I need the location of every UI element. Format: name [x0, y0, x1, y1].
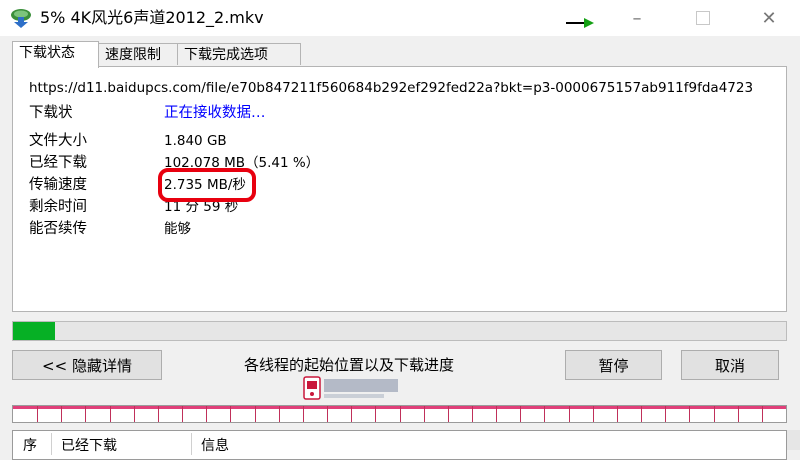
- tab-completion-options[interactable]: 下载完成选项: [177, 43, 301, 65]
- tab-download-status[interactable]: 下载状态: [12, 41, 99, 68]
- segment-divider: [496, 406, 497, 422]
- segment-divider: [37, 406, 38, 422]
- segment-divider: [544, 406, 545, 422]
- thread-list: 序 已经下载 信息: [12, 430, 787, 460]
- segment-divider: [448, 406, 449, 422]
- tab-speed-limit[interactable]: 速度限制: [98, 43, 178, 65]
- cancel-button[interactable]: 取消: [681, 350, 779, 380]
- remaining-time-label: 剩余时间: [29, 199, 87, 215]
- segment-divider: [762, 406, 763, 422]
- column-divider: [51, 433, 52, 455]
- green-arrow-icon: [566, 18, 594, 28]
- thread-segments-bar: [12, 405, 787, 423]
- window-title: 5% 4K风光6声道2012_2.mkv: [40, 8, 264, 27]
- segment-divider: [665, 406, 666, 422]
- downloaded-label: 已经下载: [29, 155, 87, 171]
- segment-divider: [617, 406, 618, 422]
- segment-divider: [182, 406, 183, 422]
- resume-value: 能够: [164, 221, 191, 237]
- segment-divider: [303, 406, 304, 422]
- segment-divider: [400, 406, 401, 422]
- column-divider: [191, 433, 192, 455]
- speed-label: 传输速度: [29, 177, 87, 193]
- segment-divider: [689, 406, 690, 422]
- segment-divider: [375, 406, 376, 422]
- column-header-downloaded[interactable]: 已经下载: [61, 437, 117, 455]
- segment-divider: [351, 406, 352, 422]
- resume-label: 能否续传: [29, 221, 87, 237]
- file-size-label: 文件大小: [29, 133, 87, 149]
- maximize-icon: [696, 11, 710, 25]
- column-header-index[interactable]: 序: [23, 437, 37, 455]
- segment-divider: [158, 406, 159, 422]
- thread-segments: [13, 406, 786, 422]
- segment-divider: [279, 406, 280, 422]
- segment-divider: [520, 406, 521, 422]
- idm-app-icon: [11, 9, 31, 28]
- segment-divider: [327, 406, 328, 422]
- segment-divider: [206, 406, 207, 422]
- segment-divider: [134, 406, 135, 422]
- segment-divider: [472, 406, 473, 422]
- watermark-logo-icon: [303, 376, 398, 400]
- progress-fill: [13, 322, 55, 340]
- pause-button[interactable]: 暂停: [565, 350, 662, 380]
- speed-highlight-circle: [158, 168, 256, 202]
- segment-divider: [569, 406, 570, 422]
- segment-divider: [230, 406, 231, 422]
- segment-divider: [255, 406, 256, 422]
- maximize-button[interactable]: [680, 4, 726, 32]
- segment-divider: [641, 406, 642, 422]
- file-size-value: 1.840 GB: [164, 133, 227, 149]
- segments-progress-strip: [13, 406, 786, 409]
- download-url: https://d11.baidupcs.com/file/e70b847211…: [29, 80, 754, 96]
- column-header-info[interactable]: 信息: [201, 437, 229, 455]
- segment-divider: [110, 406, 111, 422]
- status-value: 正在接收数据…: [164, 105, 266, 121]
- segment-divider: [738, 406, 739, 422]
- segment-divider: [424, 406, 425, 422]
- status-panel: https://d11.baidupcs.com/file/e70b847211…: [12, 66, 787, 312]
- segment-divider: [714, 406, 715, 422]
- download-progress-bar: [12, 321, 787, 341]
- hide-details-button[interactable]: << 隐藏详情: [12, 350, 162, 380]
- vertical-scrollbar[interactable]: [787, 430, 800, 450]
- segment-divider: [61, 406, 62, 422]
- threads-progress-label: 各线程的起始位置以及下载进度: [244, 356, 455, 374]
- segment-divider: [593, 406, 594, 422]
- minimize-button[interactable]: –: [614, 4, 660, 32]
- status-label: 下载状: [29, 105, 73, 121]
- title-bar: 5% 4K风光6声道2012_2.mkv – ✕: [0, 0, 800, 36]
- close-button[interactable]: ✕: [746, 4, 792, 32]
- segment-divider: [85, 406, 86, 422]
